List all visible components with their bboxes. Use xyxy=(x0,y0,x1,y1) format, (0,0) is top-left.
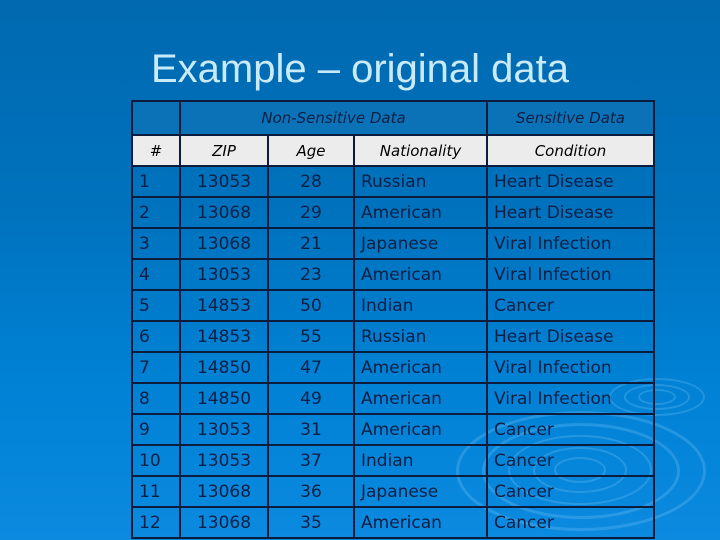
table-row: 6 14853 55 Russian Heart Disease xyxy=(131,320,655,353)
cell-condition: Viral Infection xyxy=(486,382,655,415)
cell-num: 5 xyxy=(131,289,181,322)
cell-num: 11 xyxy=(131,475,181,508)
cell-zip: 13068 xyxy=(179,506,269,539)
cell-condition: Viral Infection xyxy=(486,351,655,384)
group-header-sensitive-data: Sensitive Data xyxy=(486,100,655,136)
cell-nationality: American xyxy=(353,351,488,384)
cell-age: 36 xyxy=(267,475,355,508)
cell-nationality: American xyxy=(353,506,488,539)
cell-age: 29 xyxy=(267,196,355,229)
group-header-non-sensitive-data: Non-Sensitive Data xyxy=(179,100,488,136)
cell-nationality: Japanese xyxy=(353,475,488,508)
table-row: 12 13068 35 American Cancer xyxy=(131,506,655,539)
cell-condition: Cancer xyxy=(486,506,655,539)
table-row: 11 13068 36 Japanese Cancer xyxy=(131,475,655,508)
cell-age: 21 xyxy=(267,227,355,260)
cell-zip: 14850 xyxy=(179,351,269,384)
cell-nationality: Russian xyxy=(353,165,488,198)
cell-num: 6 xyxy=(131,320,181,353)
cell-age: 23 xyxy=(267,258,355,291)
table-row: 5 14853 50 Indian Cancer xyxy=(131,289,655,322)
cell-condition: Cancer xyxy=(486,289,655,322)
slide-canvas: Example – original data Non-Sensitive Da… xyxy=(0,0,720,540)
column-header-num: # xyxy=(131,134,181,167)
cell-condition: Cancer xyxy=(486,444,655,477)
cell-nationality: Japanese xyxy=(353,227,488,260)
cell-num: 1 xyxy=(131,165,181,198)
cell-condition: Heart Disease xyxy=(486,196,655,229)
cell-zip: 13053 xyxy=(179,165,269,198)
cell-zip: 13053 xyxy=(179,413,269,446)
cell-num: 4 xyxy=(131,258,181,291)
cell-num: 3 xyxy=(131,227,181,260)
table-row: 4 13053 23 American Viral Infection xyxy=(131,258,655,291)
group-header-blank xyxy=(131,100,181,136)
cell-nationality: American xyxy=(353,413,488,446)
cell-zip: 13068 xyxy=(179,227,269,260)
table-row: 1 13053 28 Russian Heart Disease xyxy=(131,165,655,198)
cell-age: 49 xyxy=(267,382,355,415)
cell-age: 50 xyxy=(267,289,355,322)
cell-age: 35 xyxy=(267,506,355,539)
cell-condition: Cancer xyxy=(486,475,655,508)
cell-age: 28 xyxy=(267,165,355,198)
original-data-table: Non-Sensitive Data Sensitive Data # ZIP Age N… xyxy=(131,100,655,539)
cell-condition: Cancer xyxy=(486,413,655,446)
cell-zip: 14853 xyxy=(179,289,269,322)
cell-condition: Heart Disease xyxy=(486,165,655,198)
column-header-condition: Condition xyxy=(486,134,655,167)
column-header-age: Age xyxy=(267,134,355,167)
table-row: 7 14850 47 American Viral Infection xyxy=(131,351,655,384)
cell-num: 9 xyxy=(131,413,181,446)
cell-age: 37 xyxy=(267,444,355,477)
cell-nationality: American xyxy=(353,382,488,415)
table-row: 3 13068 21 Japanese Viral Infection xyxy=(131,227,655,260)
cell-zip: 13053 xyxy=(179,258,269,291)
cell-nationality: Indian xyxy=(353,289,488,322)
cell-age: 31 xyxy=(267,413,355,446)
cell-condition: Viral Infection xyxy=(486,258,655,291)
page-title: Example – original data xyxy=(150,47,570,91)
cell-zip: 13053 xyxy=(179,444,269,477)
column-header-zip: ZIP xyxy=(179,134,269,167)
cell-condition: Heart Disease xyxy=(486,320,655,353)
table-row: 10 13053 37 Indian Cancer xyxy=(131,444,655,477)
cell-age: 55 xyxy=(267,320,355,353)
cell-zip: 13068 xyxy=(179,475,269,508)
cell-nationality: Russian xyxy=(353,320,488,353)
cell-zip: 14853 xyxy=(179,320,269,353)
cell-num: 2 xyxy=(131,196,181,229)
table-group-header-row: Non-Sensitive Data Sensitive Data xyxy=(131,100,655,136)
cell-num: 8 xyxy=(131,382,181,415)
cell-nationality: Indian xyxy=(353,444,488,477)
cell-age: 47 xyxy=(267,351,355,384)
cell-zip: 13068 xyxy=(179,196,269,229)
table-row: 9 13053 31 American Cancer xyxy=(131,413,655,446)
cell-num: 7 xyxy=(131,351,181,384)
table-row: 8 14850 49 American Viral Infection xyxy=(131,382,655,415)
cell-nationality: American xyxy=(353,258,488,291)
cell-num: 10 xyxy=(131,444,181,477)
cell-zip: 14850 xyxy=(179,382,269,415)
table-row: 2 13068 29 American Heart Disease xyxy=(131,196,655,229)
cell-num: 12 xyxy=(131,506,181,539)
cell-nationality: American xyxy=(353,196,488,229)
cell-condition: Viral Infection xyxy=(486,227,655,260)
table-column-header-row: # ZIP Age Nationality Condition xyxy=(131,134,655,167)
column-header-nationality: Nationality xyxy=(353,134,488,167)
